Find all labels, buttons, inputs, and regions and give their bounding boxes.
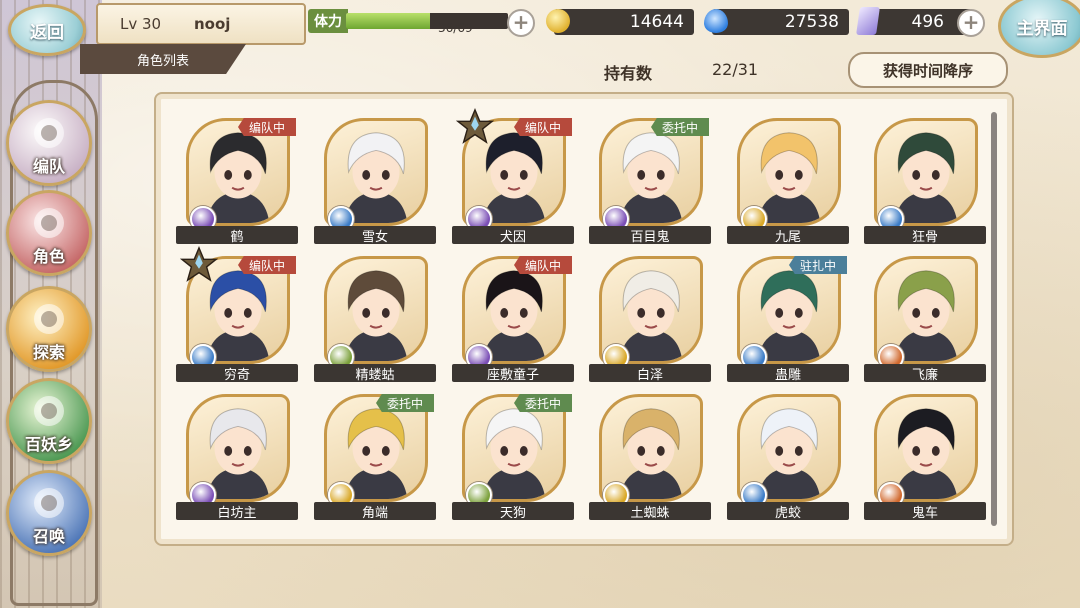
gem-counter: 496 [864, 9, 972, 35]
character-card[interactable]: 雪女 [314, 110, 436, 250]
character-icon [34, 208, 64, 238]
character-card[interactable]: 鬼车 [864, 386, 986, 526]
status-badge: 编队中 [238, 118, 296, 136]
character-card[interactable]: 白泽 [589, 248, 711, 388]
owned-count-label: 持有数 [604, 64, 653, 83]
nav-item-0[interactable]: 编队 [6, 100, 92, 186]
nav-item-1[interactable]: 角色 [6, 190, 92, 276]
nav-item-2[interactable]: 探索 [6, 286, 92, 372]
add-gem-button[interactable]: + [957, 9, 985, 37]
character-card[interactable]: 九尾 [727, 110, 849, 250]
character-name: 狂骨 [864, 226, 986, 245]
character-name: 蛊雕 [727, 364, 849, 383]
home-button-label: 主界面 [1016, 18, 1068, 39]
stamina-value: 36/69 [438, 21, 473, 35]
character-card[interactable]: 委托中角端 [314, 386, 436, 526]
character-name: 角端 [314, 502, 436, 521]
village-icon [34, 396, 64, 426]
status-badge: 委托中 [376, 394, 434, 412]
owned-count-value: 22/31 [712, 60, 759, 79]
back-button-label: 返回 [30, 22, 64, 43]
gem-value: 496 [911, 12, 944, 32]
stamina-label: 体力 [308, 9, 348, 33]
status-badge: 编队中 [514, 256, 572, 274]
summon-icon [34, 488, 64, 518]
status-badge: 委托中 [651, 118, 709, 136]
soul-counter: 27538 [712, 9, 849, 35]
character-card[interactable]: 编队中鹤 [176, 110, 298, 250]
character-list-tab-label: 角色列表 [136, 53, 189, 69]
character-name: 穷奇 [176, 364, 298, 383]
character-name: 精蝼蛄 [314, 364, 436, 383]
status-badge: 委托中 [514, 394, 572, 412]
player-level: Lv 30 [120, 15, 162, 33]
character-name: 雪女 [314, 226, 436, 245]
gem-crystal-icon [856, 7, 880, 35]
character-card[interactable]: 编队中犬因 [452, 108, 574, 250]
character-card[interactable]: 虎蛟 [727, 386, 849, 526]
back-button[interactable]: 返回 [8, 4, 86, 56]
character-name: 犬因 [452, 226, 574, 245]
stamina-bar-fill [346, 13, 431, 29]
leader-star-icon [180, 246, 218, 282]
character-card[interactable]: 精蝼蛄 [314, 248, 436, 388]
character-name: 鬼车 [864, 502, 986, 521]
soul-flame-icon [704, 9, 728, 33]
character-list-tab: 角色列表 [80, 44, 246, 74]
stamina-meter: 体力 36/69 [308, 9, 530, 35]
status-badge: 驻扎中 [789, 256, 847, 274]
character-name: 天狗 [452, 502, 574, 521]
stamina-bar [346, 13, 508, 29]
character-card[interactable]: 驻扎中蛊雕 [727, 248, 849, 388]
formation-icon [34, 118, 64, 148]
status-badge: 编队中 [514, 118, 572, 136]
character-name: 飞廉 [864, 364, 986, 383]
character-name: 百目鬼 [589, 226, 711, 245]
nav-item-3[interactable]: 百妖乡 [6, 378, 92, 464]
character-card[interactable]: 委托中天狗 [452, 386, 574, 526]
character-name: 虎蛟 [727, 502, 849, 521]
character-card[interactable]: 白坊主 [176, 386, 298, 526]
character-card[interactable]: 狂骨 [864, 110, 986, 250]
character-card[interactable]: 飞廉 [864, 248, 986, 388]
character-name: 九尾 [727, 226, 849, 245]
gold-coin-icon [546, 9, 570, 33]
character-name: 鹤 [176, 226, 298, 245]
nav-item-4[interactable]: 召唤 [6, 470, 92, 556]
character-name: 座敷童子 [452, 364, 574, 383]
character-card[interactable]: 委托中百目鬼 [589, 110, 711, 250]
character-name: 白泽 [589, 364, 711, 383]
explore-icon [34, 304, 64, 334]
character-name: 土蜘蛛 [589, 502, 711, 521]
sort-button[interactable]: 获得时间降序 [848, 52, 1008, 88]
sort-button-label: 获得时间降序 [882, 61, 973, 80]
character-name: 白坊主 [176, 502, 298, 521]
status-badge: 编队中 [238, 256, 296, 274]
character-card[interactable]: 编队中穷奇 [176, 246, 298, 388]
grid-scrollbar[interactable] [991, 112, 997, 526]
character-card[interactable]: 土蜘蛛 [589, 386, 711, 526]
character-card[interactable]: 编队中座敷童子 [452, 248, 574, 388]
gold-value: 14644 [629, 12, 684, 32]
soul-value: 27538 [784, 12, 839, 32]
gold-counter: 14644 [554, 9, 694, 35]
player-plate: Lv 30 nooj [96, 3, 306, 45]
player-name: nooj [194, 15, 231, 33]
add-stamina-button[interactable]: + [507, 9, 535, 37]
leader-star-icon [456, 108, 494, 144]
